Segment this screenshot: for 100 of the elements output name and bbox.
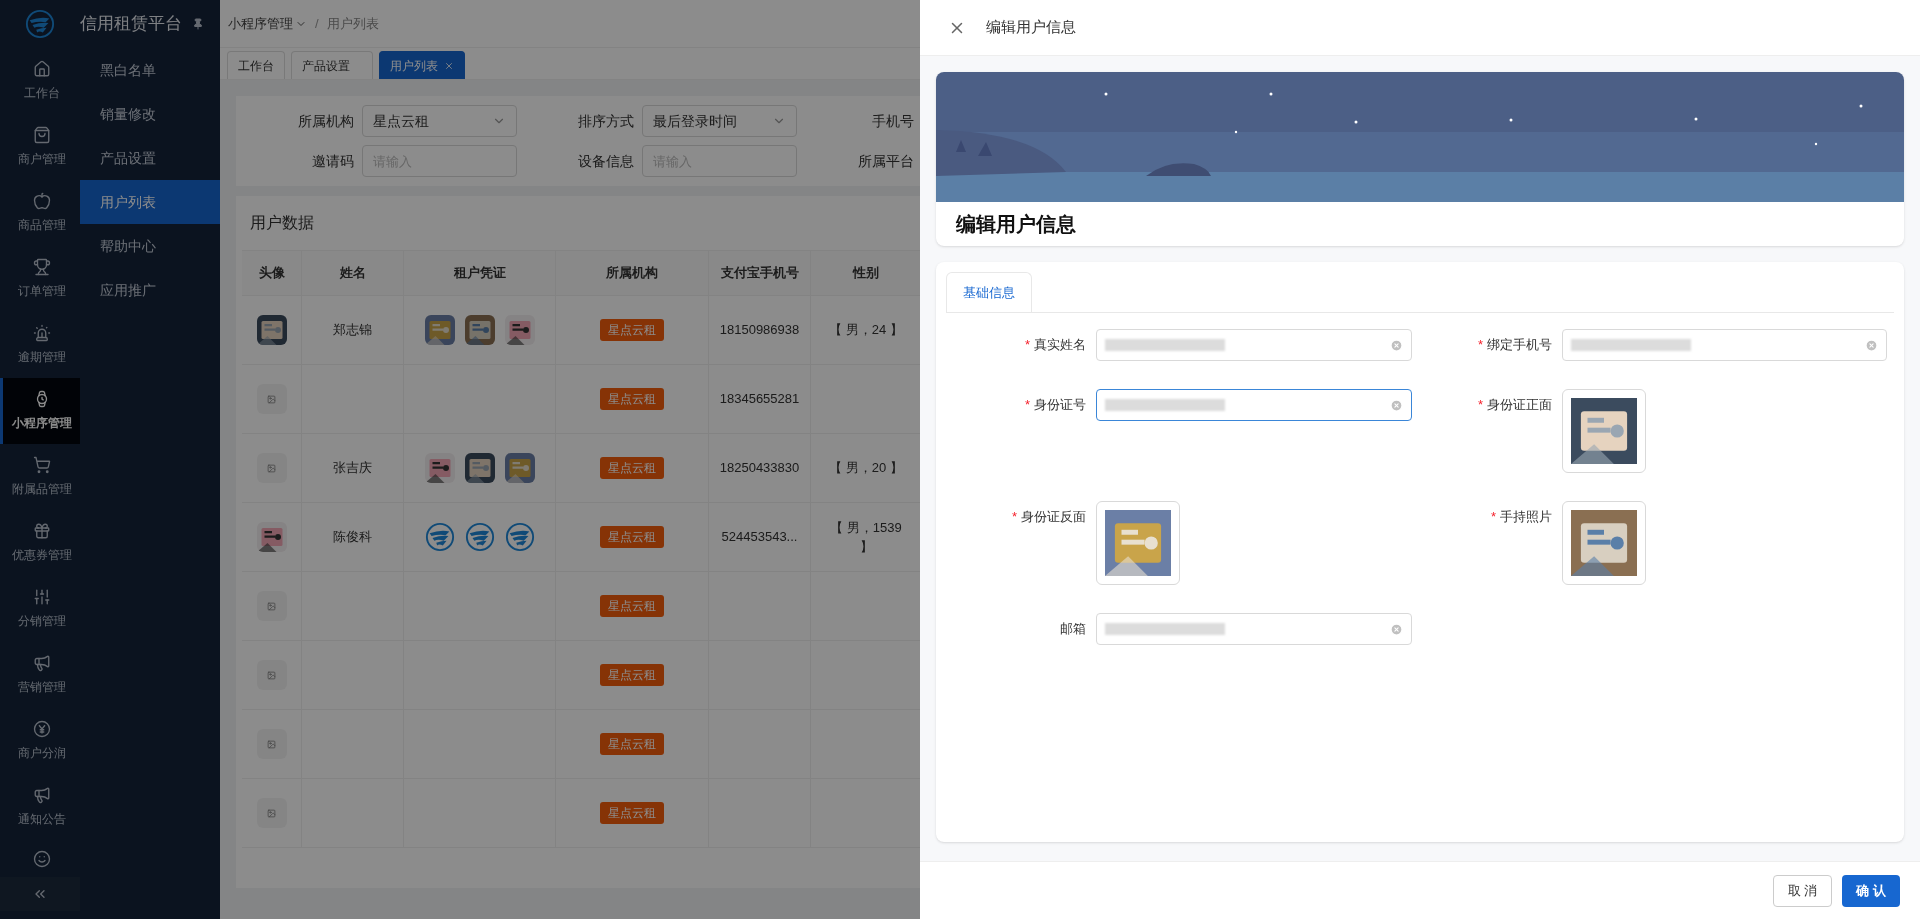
column-header: 头像 — [242, 251, 302, 295]
nav-item[interactable]: 附属品管理 — [0, 444, 80, 510]
yen-coin-icon — [32, 720, 51, 738]
required-mark: * — [1024, 336, 1030, 355]
input-field[interactable] — [1096, 389, 1412, 421]
image-upload[interactable] — [1096, 501, 1180, 585]
required-mark: * — [1011, 508, 1017, 527]
app-title: 信用租赁平台 — [80, 13, 182, 36]
close-icon[interactable] — [444, 60, 454, 71]
name-text: 郑志锦 — [333, 321, 372, 340]
breadcrumb-separator: / — [315, 14, 319, 33]
gift-icon — [32, 522, 51, 540]
name-text: 张吉庆 — [333, 459, 372, 478]
field-label: 邮箱 — [1060, 620, 1086, 639]
bag-icon — [32, 126, 51, 144]
nav-item[interactable]: 商户分润 — [0, 708, 80, 774]
nav-item[interactable]: 工作台 — [0, 48, 80, 114]
nav-item[interactable]: 分销管理 — [0, 576, 80, 642]
submenu-item[interactable]: 用户列表 — [80, 180, 220, 224]
phone-text: 18345655281 — [719, 390, 800, 409]
card-title: 用户数据 — [250, 213, 314, 233]
apple-icon — [32, 192, 51, 210]
field-label: 身份证反面 — [1021, 508, 1086, 527]
required-mark: * — [1490, 508, 1496, 527]
drawer-title: 编辑用户信息 — [986, 17, 1076, 38]
nav-item[interactable]: 通知公告 — [0, 774, 80, 840]
field-label: 身份证正面 — [1487, 396, 1552, 415]
form-tab[interactable]: 基础信息 — [946, 272, 1032, 312]
field-label: 真实姓名 — [1034, 336, 1086, 355]
org-tag: 星点云租 — [600, 457, 664, 479]
name-text: 陈俊科 — [333, 528, 372, 547]
breadcrumb-item[interactable]: 小程序管理 — [228, 13, 293, 34]
image-icon — [267, 394, 276, 404]
trophy-icon — [32, 258, 51, 276]
nav-item[interactable]: 逾期管理 — [0, 312, 80, 378]
nav-item[interactable]: 营销管理 — [0, 642, 80, 708]
filter-label: 邀请码 — [311, 151, 354, 171]
image-icon — [267, 670, 276, 680]
megaphone-icon — [32, 654, 51, 672]
page-tab[interactable]: 工作台 — [227, 51, 285, 79]
logo-icon — [25, 9, 55, 39]
phone-text: 524453543... — [721, 528, 798, 547]
megaphone-icon — [32, 786, 51, 804]
filter-label: 排序方式 — [577, 111, 634, 131]
org-tag: 星点云租 — [600, 802, 664, 824]
house-icon — [32, 60, 51, 78]
select-field[interactable]: 最后登录时间 — [642, 105, 797, 137]
filter-label: 所属平台 — [857, 151, 914, 171]
clear-icon[interactable] — [1865, 338, 1878, 352]
image-upload[interactable] — [1562, 501, 1646, 585]
smile-icon — [32, 850, 51, 868]
confirm-button[interactable]: 确 认 — [1842, 874, 1900, 907]
page-tab[interactable]: 用户列表 — [379, 51, 465, 79]
nav-item[interactable]: 商户管理 — [0, 114, 80, 180]
cart-icon — [32, 456, 51, 474]
gender-text: 【 男，24 】 — [828, 321, 904, 340]
swoosh-logo-icon — [424, 522, 455, 552]
image-icon — [267, 808, 276, 818]
filter-label: 所属机构 — [297, 111, 354, 131]
sliders-icon — [32, 588, 51, 606]
page-tab[interactable]: 产品设置 — [291, 51, 373, 79]
gender-text: 【 男，20 】 — [828, 459, 904, 478]
gender-text: 【 男，1539 】 — [829, 518, 903, 556]
cancel-button[interactable]: 取 消 — [1772, 874, 1833, 907]
required-mark: * — [1477, 336, 1483, 355]
nav-item[interactable]: 商品管理 — [0, 180, 80, 246]
submenu-item[interactable]: 帮助中心 — [80, 224, 220, 268]
phone-text: 18150986938 — [719, 321, 800, 340]
image-icon — [267, 463, 276, 473]
pin-icon[interactable] — [192, 18, 204, 30]
image-icon — [267, 601, 276, 611]
select-field[interactable]: 星点云租 — [362, 105, 517, 137]
required-mark: * — [1024, 396, 1030, 415]
column-header: 所属机构 — [556, 251, 709, 295]
org-tag: 星点云租 — [600, 664, 664, 686]
submenu-item[interactable]: 应用推广 — [80, 268, 220, 312]
filter-label: 手机号 — [871, 111, 914, 131]
submenu-item[interactable]: 销量修改 — [80, 92, 220, 136]
nav-item[interactable]: 订单管理 — [0, 246, 80, 312]
submenu-item[interactable]: 黑白名单 — [80, 48, 220, 92]
field-label: 绑定手机号 — [1487, 336, 1552, 355]
swoosh-logo-icon — [504, 522, 535, 552]
column-header: 姓名 — [302, 251, 404, 295]
field-label: 身份证号 — [1034, 396, 1086, 415]
swoosh-logo-icon — [464, 522, 495, 552]
phone-text: 18250433830 — [719, 459, 800, 478]
clear-icon[interactable] — [1390, 622, 1403, 636]
breadcrumb-item[interactable]: 用户列表 — [326, 13, 379, 34]
org-tag: 星点云租 — [600, 526, 664, 548]
org-tag: 星点云租 — [600, 733, 664, 755]
nav-item[interactable]: 小程序管理 — [0, 378, 80, 444]
submenu-item[interactable]: 产品设置 — [80, 136, 220, 180]
column-header: 租户凭证 — [404, 251, 556, 295]
nav-item[interactable]: 优惠券管理 — [0, 510, 80, 576]
clear-icon[interactable] — [1390, 398, 1403, 412]
image-icon — [267, 739, 276, 749]
clear-icon[interactable] — [1390, 338, 1403, 352]
siren-icon — [32, 324, 51, 342]
image-upload[interactable] — [1562, 389, 1646, 473]
required-mark: * — [1477, 396, 1483, 415]
